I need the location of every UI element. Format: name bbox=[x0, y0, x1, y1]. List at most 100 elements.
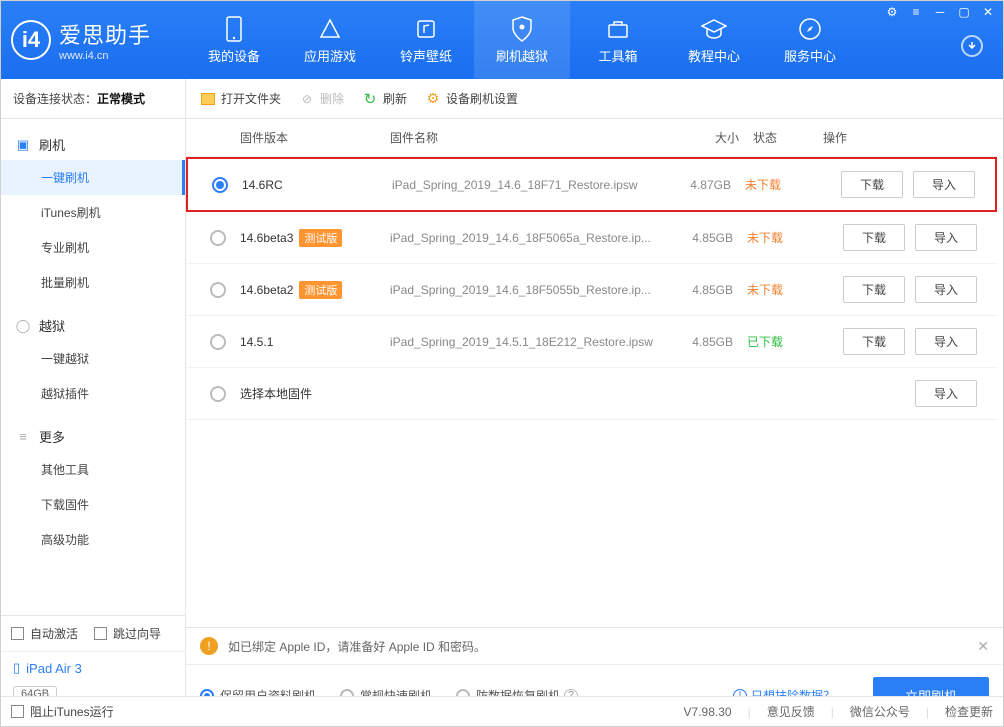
sidebar-group-label: 更多 bbox=[39, 427, 65, 446]
row-size: 4.85GB bbox=[667, 335, 747, 349]
menu-icon[interactable]: ≡ bbox=[907, 3, 925, 21]
open-folder-label: 打开文件夹 bbox=[221, 90, 281, 107]
row-size: 4.87GB bbox=[665, 178, 745, 192]
device-status: 设备连接状态： 正常模式 bbox=[1, 79, 186, 118]
wechat-link[interactable]: 微信公众号 bbox=[850, 703, 910, 720]
sidebar-group-jailbreak[interactable]: ◯ 越狱 bbox=[1, 310, 185, 341]
th-status: 状态 bbox=[753, 129, 823, 146]
firmware-row[interactable]: 14.6RC iPad_Spring_2019_14.6_18F71_Resto… bbox=[186, 157, 997, 212]
sidebar-item-batch-flash[interactable]: 批量刷机 bbox=[1, 265, 185, 300]
sidebar-item-pro-flash[interactable]: 专业刷机 bbox=[1, 230, 185, 265]
toolbar-row: 设备连接状态： 正常模式 打开文件夹 ⊘ 删除 ↻ 刷新 ⚙ 设备刷机设置 bbox=[1, 79, 1003, 119]
row-radio[interactable] bbox=[210, 334, 226, 350]
local-firmware-row[interactable]: 选择本地固件 导入 bbox=[186, 368, 997, 420]
open-folder-button[interactable]: 打开文件夹 bbox=[200, 90, 281, 107]
delete-button[interactable]: ⊘ 删除 bbox=[299, 90, 344, 107]
more-group-icon: ≡ bbox=[15, 429, 31, 445]
row-radio[interactable] bbox=[212, 177, 228, 193]
import-button[interactable]: 导入 bbox=[915, 224, 977, 251]
separator: | bbox=[748, 705, 751, 719]
sidebar-item-jb-plugins[interactable]: 越狱插件 bbox=[1, 376, 185, 411]
row-name: iPad_Spring_2019_14.5.1_18E212_Restore.i… bbox=[390, 335, 667, 349]
beta-tag: 测试版 bbox=[299, 281, 342, 299]
firmware-row[interactable]: 14.5.1 iPad_Spring_2019_14.5.1_18E212_Re… bbox=[186, 316, 997, 368]
import-button[interactable]: 导入 bbox=[915, 328, 977, 355]
nav-apps[interactable]: 应用游戏 bbox=[282, 1, 378, 79]
sidebar-group-flash[interactable]: ▣ 刷机 bbox=[1, 129, 185, 160]
body-area: ▣ 刷机 一键刷机 iTunes刷机 专业刷机 批量刷机 ◯ 越狱 一键越狱 越… bbox=[1, 119, 1003, 726]
device-settings-button[interactable]: ⚙ 设备刷机设置 bbox=[425, 90, 518, 107]
separator: | bbox=[926, 705, 929, 719]
download-button[interactable]: 下载 bbox=[841, 171, 903, 198]
row-version: 14.5.1 bbox=[240, 335, 273, 349]
auto-activate-row: 自动激活 跳过向导 bbox=[1, 616, 185, 652]
jailbreak-group-icon: ◯ bbox=[15, 318, 31, 334]
delete-icon: ⊘ bbox=[299, 91, 315, 107]
footer-right: V7.98.30 | 意见反馈 | 微信公众号 | 检查更新 bbox=[684, 703, 993, 720]
import-button[interactable]: 导入 bbox=[915, 380, 977, 407]
settings-icon[interactable]: ⚙ bbox=[883, 3, 901, 21]
sidebar-item-oneclick-jb[interactable]: 一键越狱 bbox=[1, 341, 185, 376]
gear-icon: ⚙ bbox=[425, 91, 441, 107]
row-size: 4.85GB bbox=[667, 231, 747, 245]
download-button[interactable]: 下载 bbox=[843, 328, 905, 355]
nav-flash[interactable]: 刷机越狱 bbox=[474, 1, 570, 79]
import-button[interactable]: 导入 bbox=[915, 276, 977, 303]
device-row[interactable]: ▯ iPad Air 3 bbox=[1, 652, 185, 684]
download-button[interactable]: 下载 bbox=[843, 224, 905, 251]
nav-label: 刷机越狱 bbox=[496, 46, 548, 65]
feedback-link[interactable]: 意见反馈 bbox=[767, 703, 815, 720]
th-size: 大小 bbox=[673, 129, 753, 146]
app-header: i4 爱思助手 www.i4.cn 我的设备 应用游戏 铃声壁纸 刷机越狱 工具… bbox=[1, 1, 1003, 79]
footer-left: 阻止iTunes运行 bbox=[11, 703, 114, 720]
logo-icon: i4 bbox=[11, 20, 51, 60]
window-controls: ⚙ ≡ ─ ▢ ✕ bbox=[883, 3, 997, 21]
refresh-button[interactable]: ↻ 刷新 bbox=[362, 90, 407, 107]
block-itunes-label: 阻止iTunes运行 bbox=[30, 703, 114, 720]
sidebar-item-advanced[interactable]: 高级功能 bbox=[1, 522, 185, 557]
maximize-icon[interactable]: ▢ bbox=[955, 3, 973, 21]
block-itunes-checkbox[interactable] bbox=[11, 705, 24, 718]
sidebar-group-more[interactable]: ≡ 更多 bbox=[1, 421, 185, 452]
row-status: 已下载 bbox=[747, 333, 817, 350]
nav-label: 应用游戏 bbox=[304, 46, 356, 65]
shield-icon bbox=[509, 16, 535, 42]
update-link[interactable]: 检查更新 bbox=[945, 703, 993, 720]
row-name: iPad_Spring_2019_14.6_18F71_Restore.ipsw bbox=[392, 178, 665, 192]
row-version: 14.6beta2 bbox=[240, 283, 293, 297]
row-name: iPad_Spring_2019_14.6_18F5055b_Restore.i… bbox=[390, 283, 667, 297]
row-radio[interactable] bbox=[210, 230, 226, 246]
skip-guide-label: 跳过向导 bbox=[113, 625, 161, 642]
firmware-row[interactable]: 14.6beta3 测试版 iPad_Spring_2019_14.6_18F5… bbox=[186, 212, 997, 264]
minimize-icon[interactable]: ─ bbox=[931, 3, 949, 21]
local-firmware-label: 选择本地固件 bbox=[240, 385, 817, 402]
warning-close-icon[interactable]: ✕ bbox=[977, 638, 989, 655]
close-icon[interactable]: ✕ bbox=[979, 3, 997, 21]
firmware-row[interactable]: 14.6beta2 测试版 iPad_Spring_2019_14.6_18F5… bbox=[186, 264, 997, 316]
nav-ringtones[interactable]: 铃声壁纸 bbox=[378, 1, 474, 79]
download-button[interactable]: 下载 bbox=[843, 276, 905, 303]
sidebar-item-oneclick-flash[interactable]: 一键刷机 bbox=[1, 160, 185, 195]
phone-icon bbox=[221, 16, 247, 42]
refresh-icon: ↻ bbox=[362, 91, 378, 107]
sidebar-item-other-tools[interactable]: 其他工具 bbox=[1, 452, 185, 487]
folder-icon bbox=[200, 91, 216, 107]
import-button[interactable]: 导入 bbox=[913, 171, 975, 198]
download-status-icon[interactable] bbox=[961, 35, 983, 57]
flash-group-icon: ▣ bbox=[15, 137, 31, 153]
nav-service[interactable]: 服务中心 bbox=[762, 1, 858, 79]
firmware-rows: 14.6RC iPad_Spring_2019_14.6_18F71_Resto… bbox=[186, 157, 1003, 627]
appstore-icon bbox=[317, 16, 343, 42]
th-name: 固件名称 bbox=[390, 129, 673, 146]
compass-icon bbox=[797, 16, 823, 42]
auto-activate-checkbox[interactable] bbox=[11, 627, 24, 640]
row-radio[interactable] bbox=[210, 282, 226, 298]
sidebar-item-itunes-flash[interactable]: iTunes刷机 bbox=[1, 195, 185, 230]
nav-my-device[interactable]: 我的设备 bbox=[186, 1, 282, 79]
row-radio[interactable] bbox=[210, 386, 226, 402]
nav-tutorial[interactable]: 教程中心 bbox=[666, 1, 762, 79]
nav-toolbox[interactable]: 工具箱 bbox=[570, 1, 666, 79]
sidebar-item-download-fw[interactable]: 下载固件 bbox=[1, 487, 185, 522]
skip-guide-checkbox[interactable] bbox=[94, 627, 107, 640]
warning-bar: ! 如已绑定 Apple ID，请准备好 Apple ID 和密码。 ✕ bbox=[186, 628, 1003, 665]
